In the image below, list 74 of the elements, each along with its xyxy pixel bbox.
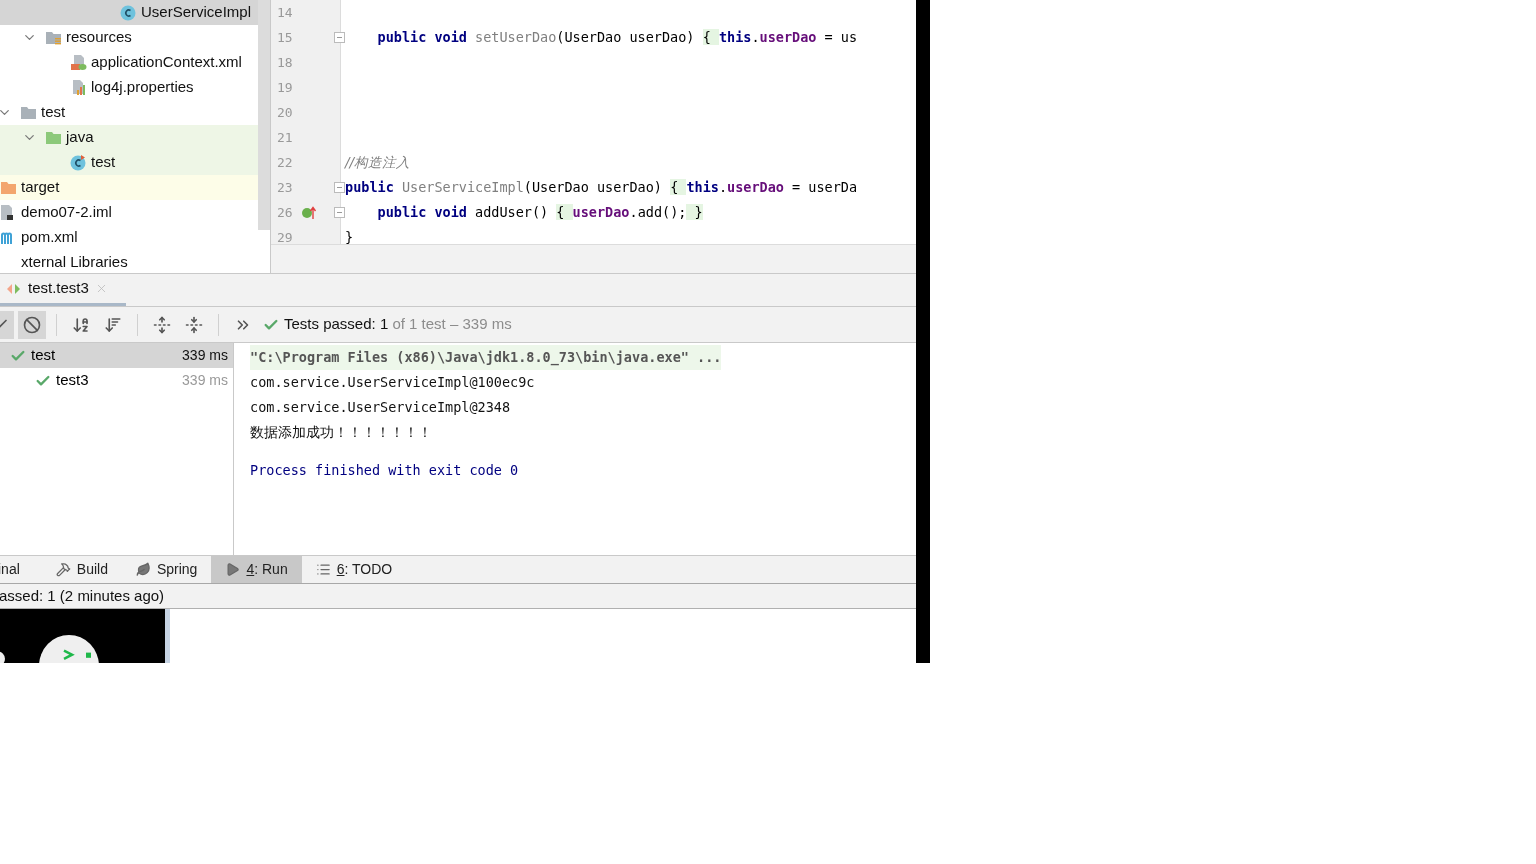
play-icon bbox=[225, 562, 241, 577]
window-edge bbox=[165, 609, 170, 663]
fold-icon[interactable] bbox=[334, 182, 345, 193]
console-line: Process finished with exit code 0 bbox=[250, 460, 519, 480]
implements-icon[interactable] bbox=[301, 205, 317, 221]
tree-item-label: UserServiceImpl bbox=[141, 2, 252, 23]
tool-window-tab[interactable]: Spring bbox=[121, 556, 212, 583]
line-number: 14 bbox=[277, 3, 293, 22]
console-line: 数据添加成功！！！！！！！ bbox=[250, 423, 432, 442]
folder-icon bbox=[0, 179, 17, 196]
tree-item-label: target bbox=[21, 177, 60, 198]
console-line: com.service.UserServiceImpl@100ec9c bbox=[250, 373, 535, 392]
tree-item[interactable]: resources bbox=[0, 25, 258, 50]
tab-label: test.test3 bbox=[28, 278, 89, 299]
properties-file-icon bbox=[70, 79, 87, 96]
tree-item[interactable]: java bbox=[0, 125, 258, 150]
console-line: com.service.UserServiceImpl@2348 bbox=[250, 398, 511, 417]
test-duration: 339 ms bbox=[182, 346, 228, 365]
tool-window-tab[interactable]: Build bbox=[41, 556, 122, 583]
xml-file-icon bbox=[70, 54, 87, 71]
test-name: test3 bbox=[56, 370, 90, 391]
leaf-icon bbox=[135, 562, 151, 577]
test-row[interactable]: test3 339 ms bbox=[0, 368, 233, 393]
class-icon bbox=[70, 154, 87, 171]
tree-item-label: java bbox=[66, 127, 94, 148]
code-line: //构造注入 bbox=[345, 153, 411, 173]
line-number: 20 bbox=[277, 103, 293, 122]
tree-item-label: log4j.properties bbox=[91, 77, 194, 98]
line-number: 15 bbox=[277, 28, 293, 47]
status-text: assed: 1 (2 minutes ago) bbox=[0, 585, 165, 606]
code-line: public void addUser() { userDao.add(); } bbox=[376, 203, 703, 223]
test-name: test bbox=[31, 345, 57, 366]
folder-icon bbox=[45, 129, 62, 146]
line-number: 22 bbox=[277, 153, 293, 172]
test-duration: 339 ms bbox=[182, 371, 228, 390]
list-icon bbox=[315, 562, 331, 577]
tree-item[interactable]: demo07-2.iml bbox=[0, 200, 258, 225]
folder-icon bbox=[20, 104, 37, 121]
line-number: 18 bbox=[277, 53, 293, 72]
tool-window-tab[interactable]: 6: TODO bbox=[301, 556, 407, 583]
fold-icon[interactable] bbox=[334, 32, 345, 43]
tree-item[interactable]: applicationContext.xml bbox=[0, 50, 258, 75]
code-line: } bbox=[345, 228, 354, 244]
line-number: 19 bbox=[277, 78, 293, 97]
code-line: public UserServiceImpl(UserDao userDao) { this.userDao = userDa bbox=[345, 178, 858, 198]
test-row[interactable]: test 339 ms bbox=[0, 343, 233, 368]
tree-item[interactable]: pom.xml bbox=[0, 225, 258, 250]
line-number: 23 bbox=[277, 178, 293, 197]
tree-item[interactable]: UserServiceImpl bbox=[0, 0, 258, 25]
hammer-icon bbox=[55, 562, 71, 577]
class-icon bbox=[120, 4, 137, 21]
tree-item-label: test bbox=[91, 152, 116, 173]
tree-item-label: test bbox=[41, 102, 66, 123]
line-number: 26 bbox=[277, 203, 293, 222]
fold-icon[interactable] bbox=[334, 207, 345, 218]
tree-item-label: applicationContext.xml bbox=[91, 52, 242, 73]
tree-item[interactable]: test bbox=[0, 150, 258, 175]
tool-window-tab[interactable]: 4: Run bbox=[211, 556, 302, 583]
stop-icon[interactable] bbox=[18, 310, 46, 339]
line-number: 29 bbox=[277, 228, 293, 247]
tree-item-label: xternal Libraries bbox=[21, 252, 128, 273]
resources-folder-icon bbox=[45, 29, 62, 46]
tree-item[interactable]: xternal Libraries bbox=[0, 250, 258, 273]
tree-item-label: demo07-2.iml bbox=[21, 202, 112, 223]
tree-item-label: pom.xml bbox=[21, 227, 78, 248]
run-config-icon bbox=[6, 282, 22, 295]
tree-item[interactable]: target bbox=[0, 175, 258, 200]
test-status: Tests passed: 1 of 1 test – 339 ms bbox=[284, 314, 512, 335]
tree-item-label: resources bbox=[66, 27, 132, 48]
tree-item[interactable]: test bbox=[0, 100, 258, 125]
line-number: 21 bbox=[277, 128, 293, 147]
code-line: public void setUserDao(UserDao userDao) { this.userDao = us bbox=[376, 28, 858, 48]
tree-item[interactable]: log4j.properties bbox=[0, 75, 258, 100]
scrollbar[interactable] bbox=[258, 0, 270, 230]
